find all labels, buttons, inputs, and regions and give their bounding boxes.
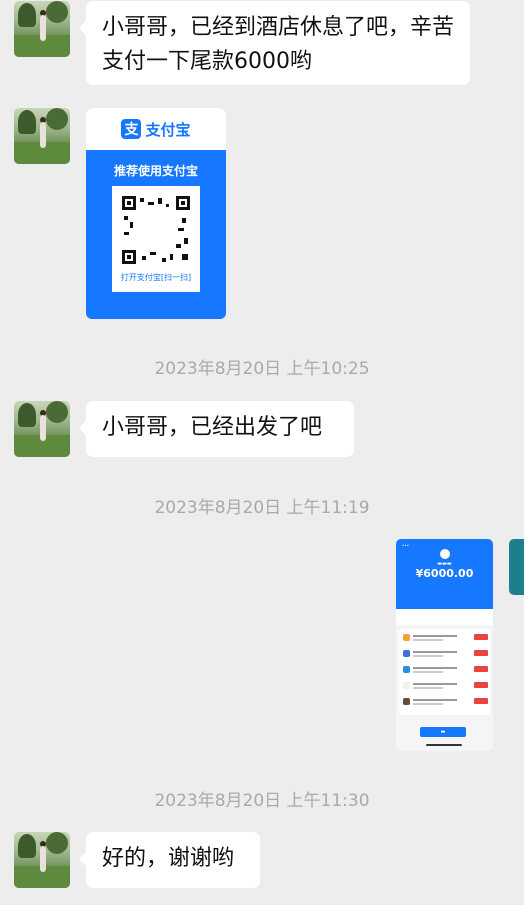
timestamp: 2023年8月20日 上午11:19 (154, 498, 370, 518)
merchant-icon (440, 549, 450, 559)
message-bubble[interactable]: 小哥哥，已经出发了吧 (79, 401, 354, 457)
qr-caption: 打开支付宝[扫一扫] (120, 273, 192, 282)
alipay-recommend-text: 推荐使用支付宝 (113, 164, 198, 178)
promo-list (399, 629, 490, 715)
qr-code-icon (122, 196, 190, 264)
timestamp: 2023年8月20日 上午10:25 (154, 359, 370, 379)
message-bubble[interactable]: 小哥哥，已经到酒店休息了吧，辛苦支付一下尾款6000哟 (79, 1, 470, 85)
message-bubble[interactable]: 好的，谢谢哟 (79, 832, 260, 888)
timestamp: 2023年8月20日 上午11:30 (154, 791, 370, 811)
self-avatar[interactable] (509, 539, 524, 595)
contact-avatar[interactable] (14, 1, 70, 57)
contact-avatar[interactable] (14, 832, 70, 888)
payment-amount: ¥6000.00 (415, 567, 474, 580)
done-button: ▬ (420, 727, 466, 737)
alipay-icon: 支 (121, 119, 142, 139)
message-text: 好的，谢谢哟 (102, 846, 235, 871)
alipay-brand: 支付宝 (145, 120, 191, 139)
alipay-qr-card[interactable]: 支 支付宝 推荐使用支付宝 打开支付宝[扫一扫] (86, 108, 226, 319)
message-text: 小哥哥，已经到酒店休息了吧，辛苦支付一下尾款6000哟 (102, 15, 455, 74)
payment-screenshot-image[interactable]: ••• ▬▬▬ ¥6000.00 ▬ (396, 539, 493, 751)
message-text: 小哥哥，已经出发了吧 (102, 415, 323, 440)
qr-code: 打开支付宝[扫一扫] (112, 186, 200, 292)
contact-avatar[interactable] (14, 401, 70, 457)
contact-avatar[interactable] (14, 108, 70, 164)
